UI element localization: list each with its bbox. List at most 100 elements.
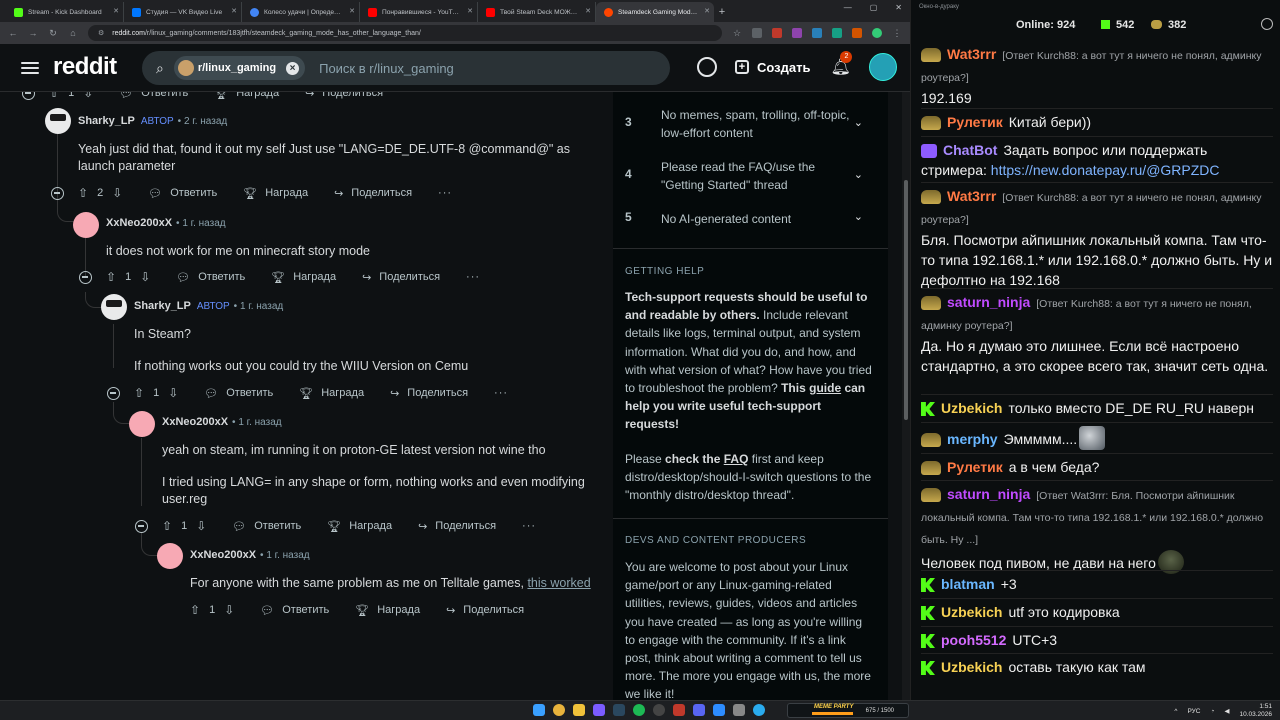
explorer-icon[interactable] bbox=[573, 704, 585, 716]
language-indicator[interactable]: РУС bbox=[1187, 708, 1200, 715]
comment-author[interactable]: XxNeo200xX • 1 г. назад bbox=[162, 416, 282, 428]
chat-username[interactable]: Wat3rrr bbox=[947, 188, 996, 204]
chat-username[interactable]: Рулетик bbox=[947, 114, 1003, 130]
chevron-down-icon[interactable]: ⌄ bbox=[854, 168, 863, 181]
app-icon[interactable] bbox=[673, 704, 685, 716]
chat-username[interactable]: blatman bbox=[941, 576, 995, 592]
collapse-icon[interactable] bbox=[22, 92, 35, 100]
guide-link[interactable]: guide bbox=[809, 381, 841, 395]
share-button[interactable]: ↪ Поделиться bbox=[362, 271, 440, 284]
wifi-icon[interactable]: ◔ bbox=[1211, 708, 1215, 715]
collapse-icon[interactable] bbox=[51, 186, 64, 200]
award-button[interactable]: 🏆︎ Награда bbox=[243, 187, 308, 200]
tab-reddit-active[interactable]: Steamdeck Gaming Mode has ...✕ bbox=[596, 2, 714, 22]
tab-kick-dashboard[interactable]: Stream - Kick Dashboard ✕ bbox=[6, 2, 124, 22]
avatar[interactable] bbox=[73, 212, 99, 238]
tab-youtube-liked[interactable]: Понравившиеся - YouTube ✕ bbox=[360, 2, 478, 22]
avatar[interactable] bbox=[157, 543, 183, 569]
username[interactable]: XxNeo200xX bbox=[106, 217, 172, 229]
obs-icon[interactable] bbox=[653, 704, 665, 716]
more-options-button[interactable]: ··· bbox=[438, 187, 452, 199]
search-bar[interactable]: ⌕ r/linux_gaming × Поиск в r/linux_gamin… bbox=[142, 51, 670, 85]
chat-username[interactable]: merphy bbox=[947, 431, 998, 447]
scrollbar-thumb[interactable] bbox=[904, 180, 908, 420]
url-field[interactable]: ⚙ reddit.com/r/linux_gaming/comments/183… bbox=[88, 25, 722, 41]
share-button[interactable]: ↪ Поделиться bbox=[305, 92, 383, 100]
reply-button[interactable]: 💬︎ Ответить bbox=[260, 604, 329, 617]
avatar[interactable] bbox=[45, 108, 71, 134]
close-tab-icon[interactable]: ✕ bbox=[704, 7, 710, 15]
app-icon[interactable] bbox=[713, 704, 725, 716]
comment-author[interactable]: XxNeo200xX • 1 г. назад bbox=[106, 217, 226, 229]
rule-item[interactable]: 5 No AI-generated content ⌄ bbox=[625, 210, 875, 228]
close-tab-icon[interactable]: ✕ bbox=[585, 7, 591, 15]
telegram-icon[interactable] bbox=[753, 704, 765, 716]
chat-username[interactable]: Uzbekich bbox=[941, 400, 1002, 416]
downvote-icon[interactable]: ⇩ bbox=[224, 603, 234, 617]
profile-icon[interactable] bbox=[872, 28, 882, 38]
chat-username[interactable]: ChatBot bbox=[943, 142, 997, 158]
site-info-icon[interactable]: ⚙ bbox=[98, 29, 104, 37]
username[interactable]: Sharky_LP bbox=[78, 115, 135, 127]
upvote-icon[interactable]: ⇧ bbox=[162, 519, 172, 533]
downvote-icon[interactable]: ⇩ bbox=[112, 186, 122, 200]
app-icon[interactable] bbox=[593, 704, 605, 716]
menu-kebab-icon[interactable]: ⋮ bbox=[892, 28, 902, 39]
share-button[interactable]: ↪ Поделиться bbox=[390, 387, 468, 400]
upvote-icon[interactable]: ⇧ bbox=[190, 603, 200, 617]
reply-button[interactable]: 💬︎ Ответить bbox=[148, 187, 217, 200]
chat-username[interactable]: Uzbekich bbox=[941, 659, 1002, 675]
settings-gear-icon[interactable] bbox=[1261, 18, 1273, 30]
rule-item[interactable]: 4 Please read the FAQ/use the "Getting St… bbox=[625, 158, 875, 194]
username[interactable]: XxNeo200xX bbox=[162, 416, 228, 428]
reply-button[interactable]: 💬︎ Ответить bbox=[204, 387, 273, 400]
award-button[interactable]: 🏆︎ Награда bbox=[271, 271, 336, 284]
more-options-button[interactable]: ··· bbox=[522, 520, 536, 532]
comment-author[interactable]: XxNeo200xX • 1 г. назад bbox=[190, 549, 310, 561]
username[interactable]: XxNeo200xX bbox=[190, 549, 256, 561]
collapse-icon[interactable] bbox=[135, 519, 148, 533]
more-options-button[interactable]: ··· bbox=[466, 271, 480, 283]
create-button[interactable]: + Создать bbox=[735, 60, 810, 75]
more-options-button[interactable]: ··· bbox=[494, 387, 508, 399]
close-tab-icon[interactable]: ✕ bbox=[467, 7, 473, 15]
tab-vk-video[interactable]: Студия — VK Видео Live ✕ bbox=[124, 2, 242, 22]
downvote-icon[interactable]: ⇩ bbox=[196, 519, 206, 533]
chrome-icon[interactable] bbox=[553, 704, 565, 716]
downvote-icon[interactable]: ⇩ bbox=[140, 270, 150, 284]
share-button[interactable]: ↪ Поделиться bbox=[418, 520, 496, 533]
extension-icon[interactable] bbox=[752, 28, 762, 38]
spotify-icon[interactable] bbox=[633, 704, 645, 716]
chat-icon[interactable] bbox=[697, 57, 717, 77]
chat-username[interactable]: Uzbekich bbox=[941, 604, 1002, 620]
remove-filter-icon[interactable]: × bbox=[286, 61, 300, 75]
upvote-icon[interactable]: ⇧ bbox=[49, 92, 59, 100]
bookmark-star-icon[interactable]: ☆ bbox=[732, 28, 742, 39]
reload-icon[interactable]: ↻ bbox=[48, 28, 58, 39]
comment-author[interactable]: Sharky_LP АВТОР • 1 г. назад bbox=[134, 300, 283, 312]
rule-item[interactable]: 3 No memes, spam, trolling, off-topic, lo… bbox=[625, 106, 875, 142]
steam-icon[interactable] bbox=[613, 704, 625, 716]
clock[interactable]: 1:51 10.03.2026 bbox=[1239, 703, 1272, 719]
chevron-down-icon[interactable]: ⌄ bbox=[854, 210, 863, 223]
avatar[interactable] bbox=[101, 294, 127, 320]
maximize-icon[interactable]: ▢ bbox=[870, 3, 878, 12]
avatar[interactable] bbox=[129, 411, 155, 437]
user-avatar[interactable] bbox=[868, 53, 897, 81]
award-button[interactable]: 🏆︎ Награда bbox=[299, 387, 364, 400]
chat-username[interactable]: saturn_ninja bbox=[947, 294, 1030, 310]
close-tab-icon[interactable]: ✕ bbox=[349, 7, 355, 15]
chat-username[interactable]: saturn_ninja bbox=[947, 486, 1030, 502]
extension-icon[interactable] bbox=[772, 28, 782, 38]
hamburger-menu-icon[interactable] bbox=[21, 59, 39, 77]
page-scrollbar[interactable] bbox=[902, 92, 910, 700]
comment-author[interactable]: Sharky_LP АВТОР • 2 г. назад bbox=[78, 115, 227, 127]
subreddit-filter-chip[interactable]: r/linux_gaming × bbox=[173, 56, 306, 80]
close-window-icon[interactable]: ✕ bbox=[895, 3, 902, 12]
upvote-icon[interactable]: ⇧ bbox=[134, 386, 144, 400]
home-icon[interactable]: ⌂ bbox=[68, 28, 78, 38]
reply-button[interactable]: 💬︎ Ответить bbox=[232, 520, 301, 533]
upvote-icon[interactable]: ⇧ bbox=[106, 270, 116, 284]
extension-icon[interactable] bbox=[792, 28, 802, 38]
close-tab-icon[interactable]: ✕ bbox=[231, 7, 237, 15]
